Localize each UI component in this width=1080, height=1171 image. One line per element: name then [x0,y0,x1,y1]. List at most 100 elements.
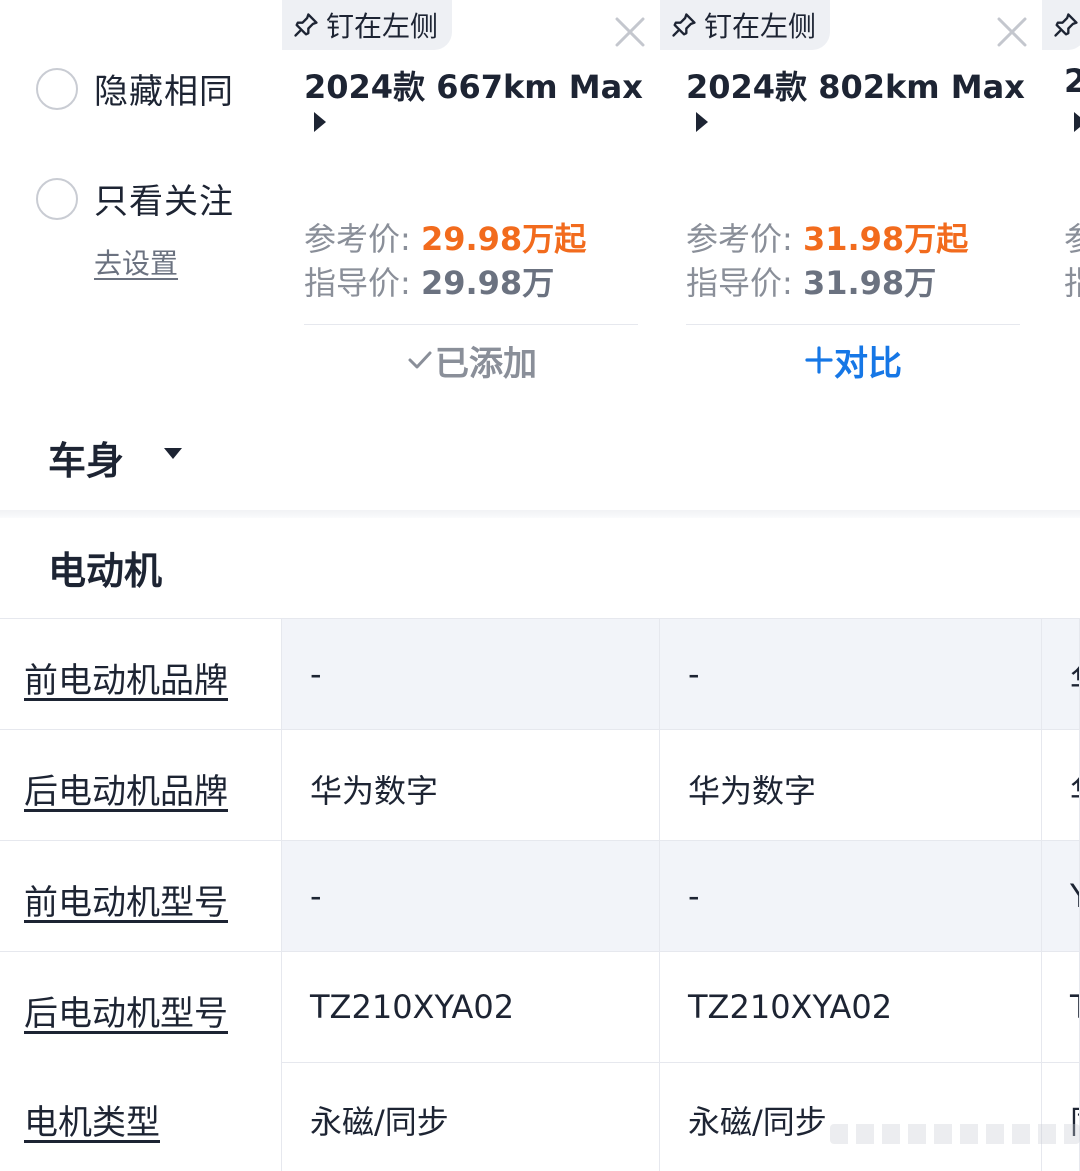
close-icon[interactable] [994,14,1030,50]
table-cell: 永磁/同步 [660,1061,1042,1171]
row-label[interactable]: 后电动机品牌 [0,730,282,840]
pin-icon [294,13,318,37]
reference-price-value[interactable]: 31.98万起 [803,220,968,258]
row-label-text[interactable]: 后电动机品牌 [24,764,228,813]
reference-price-label: 参考价: [686,220,793,258]
only-followed-label: 只看关注 [94,182,234,222]
car-column-2: 钉在左侧 2024款 802km Max 参考价: 31.98万起 指导价: 3… [660,0,1043,392]
cell-value: 华 [1070,655,1079,701]
guide-price-value: 31.98万 [802,264,937,302]
cell-value: 华 [1070,766,1079,812]
section-title: 车身 [48,439,125,483]
table-cell: Y [1042,841,1080,951]
cell-value: 永磁/同步 [310,1103,449,1141]
divider [686,324,1020,325]
table-cell: - [282,619,660,729]
cell-value: T [1070,988,1079,1026]
table-cell: 华 [1042,730,1080,840]
cell-value: - [310,877,322,915]
row-label-text[interactable]: 电机类型 [24,1095,160,1144]
pin-left-button[interactable] [1042,0,1080,50]
table-row: 电机类型 永磁/同步 永磁/同步 同 [0,1061,1080,1171]
car-name[interactable]: 2024款 802km Max [686,62,1025,108]
row-label-text[interactable]: 后电动机型号 [24,986,228,1035]
table-row: 后电动机品牌 华为数字 华为数字 华 [0,730,1080,841]
guide-price-label: 指 [1064,264,1080,302]
guide-price: 指导价: 29.98万 [304,258,554,304]
table-cell: 同 [1042,1061,1080,1171]
guide-price-value: 29.98万 [420,264,555,302]
hide-same-radio[interactable] [36,67,78,110]
cell-value: 华为数字 [688,772,817,810]
section-title: 电动机 [48,549,163,593]
table-cell: 华 [1042,619,1080,729]
reference-price: 参考价: 29.98万起 [304,214,586,260]
reference-price-label: 参 [1064,220,1080,258]
table-cell: 华为数字 [282,730,660,840]
pin-left-button[interactable]: 钉在左侧 [660,0,831,50]
guide-price: 指导价: 31.98万 [686,258,936,304]
section-separator [0,510,1080,518]
check-icon [408,351,432,369]
car-name[interactable]: 2 [1064,62,1080,100]
reference-price: 参考价: 31.98万起 [686,214,968,260]
reference-price: 参 [1064,214,1080,260]
row-label-text[interactable]: 前电动机型号 [24,875,228,924]
hide-same-label: 隐藏相同 [94,72,234,112]
section-body-header[interactable]: 车身 [0,392,1080,510]
guide-price-label: 指导价: [304,264,411,302]
table-cell: TZ210XYA02 [282,952,660,1062]
go-settings-link[interactable]: 去设置 [94,242,178,282]
pin-left-label: 钉在左侧 [326,10,439,43]
expand-arrow-icon[interactable] [314,112,326,132]
only-followed-option[interactable]: 只看关注 [36,174,234,223]
caret-down-icon[interactable] [164,448,182,459]
row-label-text[interactable]: 前电动机品牌 [24,653,228,702]
plus-icon [805,346,833,374]
expand-arrow-icon[interactable] [1074,112,1080,132]
table-cell: - [660,619,1042,729]
row-label[interactable]: 前电动机品牌 [0,619,282,729]
row-label[interactable]: 前电动机型号 [0,841,282,951]
reference-price-label: 参考价: [304,220,411,258]
filter-panel: 隐藏相同 只看关注 去设置 [0,0,283,392]
added-button[interactable]: 已添加 [304,336,638,384]
guide-price-label: 指导价: [686,264,793,302]
expand-arrow-icon[interactable] [696,112,708,132]
cell-value: Y [1070,877,1079,915]
section-motor-header: 电动机 [0,518,1080,619]
only-followed-radio[interactable] [36,177,78,220]
pin-icon [672,13,696,37]
cell-value: 永磁/同步 [688,1103,827,1141]
cell-value: - [310,655,322,693]
close-icon[interactable] [612,14,648,50]
row-label[interactable]: 电机类型 [0,1061,282,1171]
table-cell: - [660,841,1042,951]
compare-label: 对比 [834,343,902,384]
car-name[interactable]: 2024款 667km Max [304,62,643,108]
table-row: 后电动机型号 TZ210XYA02 TZ210XYA02 T [0,952,1080,1063]
table-cell: 永磁/同步 [282,1061,660,1171]
car-column-3: 2 参 指 [1042,0,1080,392]
cell-value: TZ210XYA02 [688,988,893,1026]
added-label: 已添加 [435,343,537,384]
pin-left-button[interactable]: 钉在左侧 [282,0,453,50]
pin-left-label: 钉在左侧 [704,10,817,43]
cell-value: - [688,655,700,693]
watermark [830,1124,1080,1144]
table-cell: 华为数字 [660,730,1042,840]
pin-icon [1054,13,1078,37]
reference-price-value[interactable]: 29.98万起 [421,220,586,258]
table-cell: T [1042,952,1080,1062]
add-compare-button[interactable]: 对比 [686,336,1020,384]
divider [304,324,638,325]
compare-header: 隐藏相同 只看关注 去设置 钉在左侧 2024款 667km Max 参考价: … [0,0,1080,393]
cell-value: TZ210XYA02 [310,988,515,1026]
cell-value: 华为数字 [310,772,439,810]
hide-same-option[interactable]: 隐藏相同 [36,64,234,113]
row-label[interactable]: 后电动机型号 [0,952,282,1062]
car-column-1: 钉在左侧 2024款 667km Max 参考价: 29.98万起 指导价: 2… [282,0,661,392]
cell-value: - [688,877,700,915]
table-cell: - [282,841,660,951]
guide-price: 指 [1064,258,1080,304]
